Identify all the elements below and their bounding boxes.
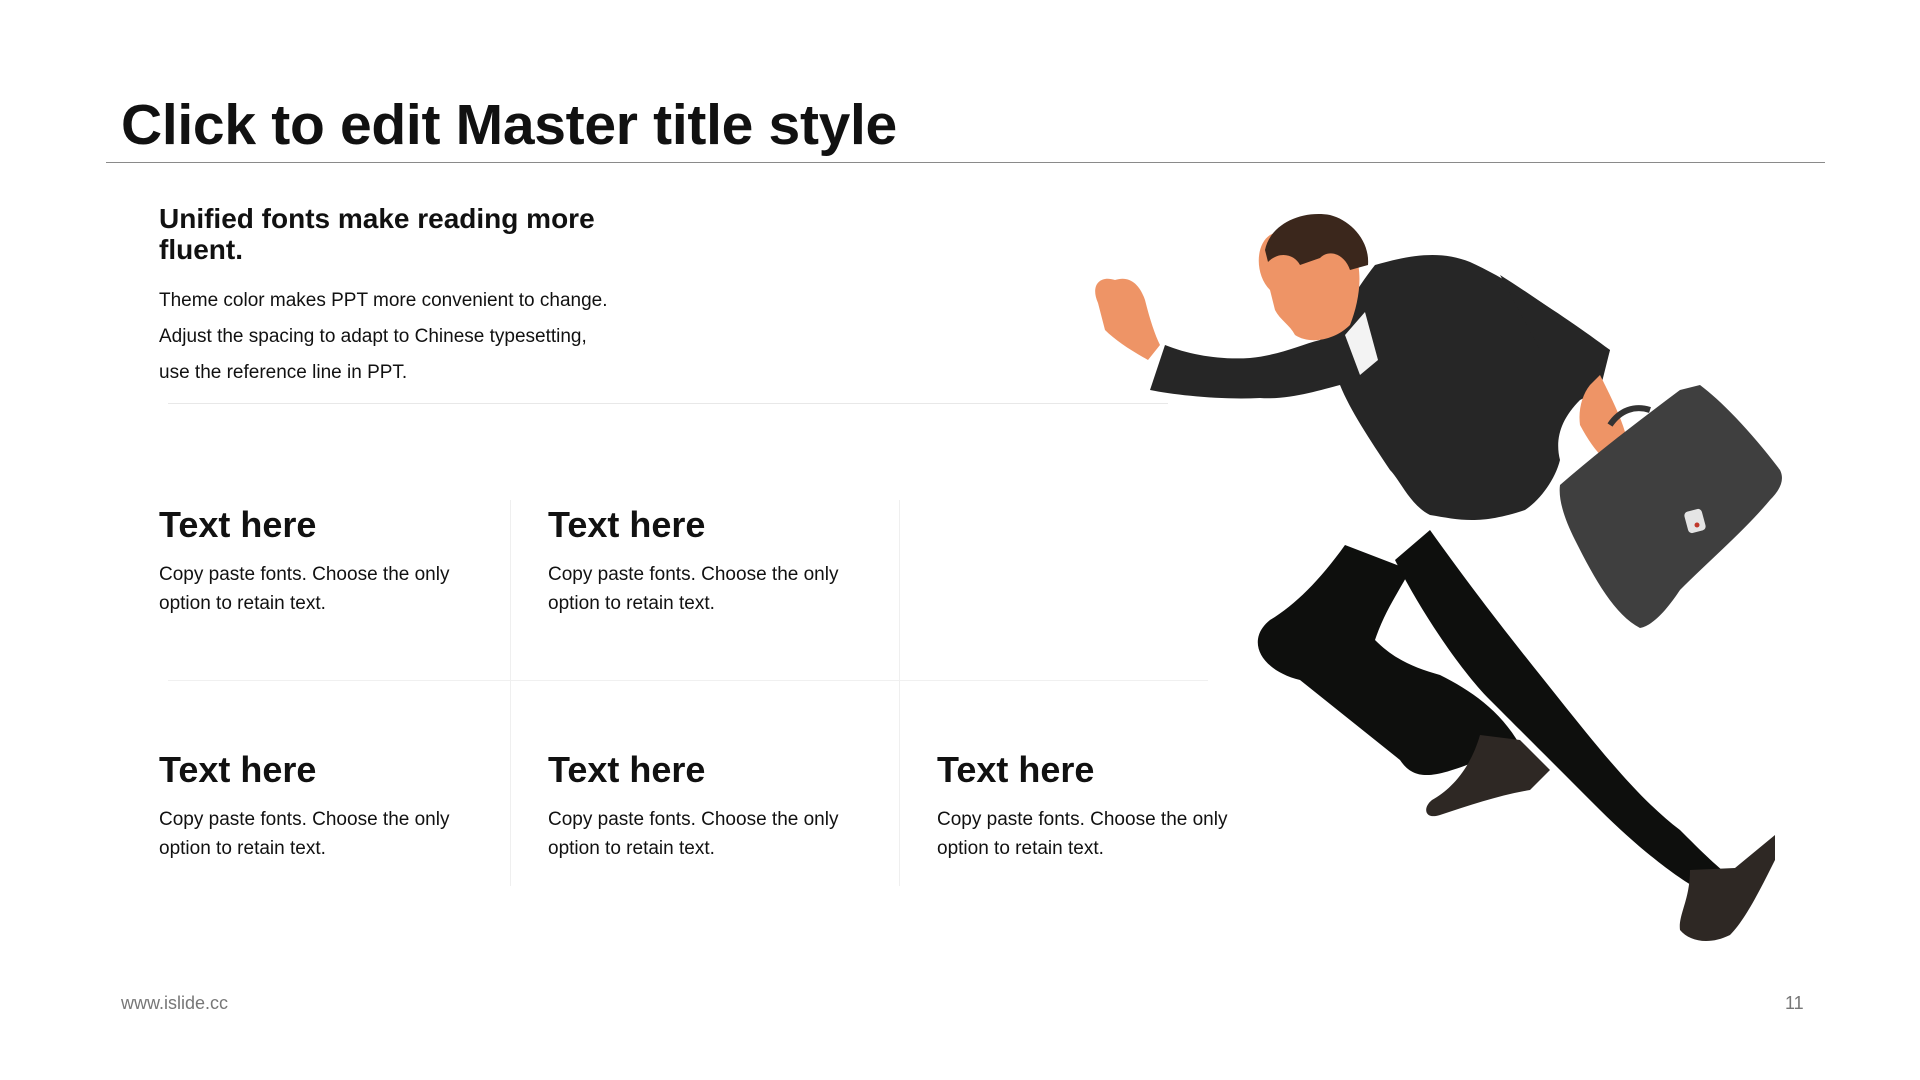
text-block-body: Copy paste fonts. Choose the only option… (548, 564, 839, 614)
slide-title: Click to edit Master title style (121, 93, 897, 157)
text-block: Text here Copy paste fonts. Choose the o… (159, 750, 519, 863)
text-block: Text here Copy paste fonts. Choose the o… (159, 505, 519, 618)
suit-jacket (1150, 254, 1610, 521)
text-block-body: Copy paste fonts. Choose the only option… (159, 809, 450, 859)
text-block-title: Text here (159, 749, 317, 790)
page-number: 11 (1785, 993, 1804, 1013)
text-block: Text here Copy paste fonts. Choose the o… (548, 505, 908, 618)
text-block-title: Text here (159, 504, 317, 545)
text-block-body: Copy paste fonts. Choose the only option… (548, 809, 839, 859)
intro-line: use the reference line in PPT. (159, 362, 408, 383)
text-block-title: Text here (548, 749, 706, 790)
briefcase-lock-dot (1694, 522, 1700, 528)
raised-fist (1095, 278, 1160, 360)
intro-line: Adjust the spacing to adapt to Chinese t… (159, 326, 587, 347)
intro-heading: Unified fonts make reading more fluent. (159, 203, 595, 265)
text-block-body: Copy paste fonts. Choose the only option… (159, 564, 450, 614)
running-businessman-icon (1095, 214, 1782, 942)
intro-line: Theme color makes PPT more convenient to… (159, 290, 608, 311)
intro-body: Theme color makes PPT more convenient to… (159, 283, 719, 391)
title-underline (106, 162, 1825, 163)
intro-divider (168, 403, 1168, 404)
grid-row-divider (168, 680, 1208, 681)
footer-url: www.islide.cc (121, 993, 229, 1013)
text-block: Text here Copy paste fonts. Choose the o… (548, 750, 908, 863)
text-block-title: Text here (548, 504, 706, 545)
